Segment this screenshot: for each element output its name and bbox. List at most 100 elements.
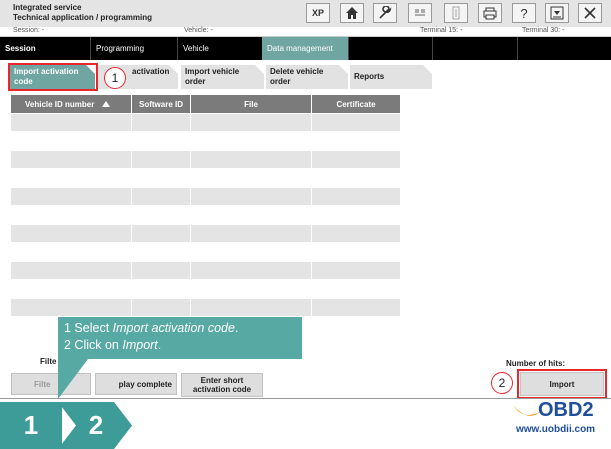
hits-label: Number of hits: <box>506 359 566 368</box>
highlight-box-import <box>517 369 607 399</box>
tab-reports[interactable]: Reports <box>350 65 432 89</box>
nav-divider <box>517 37 518 60</box>
table-cell[interactable] <box>312 114 400 131</box>
table-cell[interactable] <box>191 262 311 279</box>
filter-label: Filte <box>40 357 57 366</box>
close-icon <box>584 7 596 19</box>
instruction-1-emphasis: Import activation code <box>112 321 235 335</box>
callout-pointer <box>58 359 88 399</box>
table-cell[interactable] <box>132 262 190 279</box>
instruction-2-emphasis: Import <box>122 338 158 352</box>
download-icon <box>550 6 564 20</box>
table-cell[interactable] <box>132 151 190 168</box>
table-cell[interactable] <box>132 225 190 242</box>
table-cell[interactable] <box>132 299 190 316</box>
footer-divider <box>0 398 611 399</box>
status-vehicle: Vehicle: - <box>184 27 213 34</box>
step-marker-1: 1 <box>104 67 126 89</box>
status-terminal30: Terminal 30: - <box>522 27 565 34</box>
nav-divider <box>348 37 349 60</box>
col-header-software-id[interactable]: Software ID <box>132 95 190 113</box>
printer-icon <box>483 7 497 20</box>
tab-import-vehicle-order-label: Import vehicle order <box>185 67 240 86</box>
table-cell[interactable] <box>312 151 400 168</box>
table-row[interactable] <box>11 114 131 131</box>
table-cell[interactable] <box>132 114 190 131</box>
table-cell[interactable] <box>312 225 400 242</box>
col-header-vehicle-id[interactable]: Vehicle ID number <box>11 95 131 113</box>
minimize-button[interactable] <box>545 3 569 23</box>
nav-programming-label: Programming <box>96 44 145 53</box>
table-cell[interactable] <box>191 225 311 242</box>
table-cell[interactable] <box>191 299 311 316</box>
table-cell[interactable] <box>312 188 400 205</box>
table-cell[interactable] <box>191 114 311 131</box>
table-cell[interactable] <box>191 151 311 168</box>
col-software-id-label: Software ID <box>138 99 183 109</box>
nav-session[interactable]: Session <box>0 37 90 60</box>
step-2-label: 2 <box>88 410 104 440</box>
display-complete-button[interactable]: play complete <box>95 373 177 395</box>
xp-label: XP <box>311 8 324 18</box>
step-1-label: 1 <box>23 410 39 440</box>
xp-button[interactable]: XP <box>306 3 330 23</box>
status-bar <box>0 27 611 37</box>
col-header-certificate[interactable]: Certificate <box>312 95 400 113</box>
col-header-file[interactable]: File <box>191 95 311 113</box>
device-icon <box>452 6 460 20</box>
filter-button-label: Filte <box>34 379 51 389</box>
nav-vehicle[interactable]: Vehicle <box>178 37 262 60</box>
logo-site: www.uobdii.com <box>516 424 596 435</box>
status-terminal15: Terminal 15: - <box>420 27 463 34</box>
home-button[interactable] <box>340 3 364 23</box>
tab-reports-label: Reports <box>354 72 385 81</box>
sort-up-icon <box>102 101 111 107</box>
status-session: Session: - <box>13 27 45 34</box>
nav-programming[interactable]: Programming <box>91 37 177 60</box>
question-icon: ? <box>520 6 527 20</box>
nav-data-management[interactable]: Data management <box>262 37 348 60</box>
table-row[interactable] <box>11 299 131 316</box>
grid-icon <box>415 9 425 16</box>
nav-data-management-label: Data management <box>267 44 333 53</box>
close-button[interactable] <box>578 3 602 23</box>
nav-vehicle-label: Vehicle <box>183 44 209 53</box>
device-button[interactable] <box>444 3 468 23</box>
display-complete-label: play complete <box>118 379 172 389</box>
svg-text:?: ? <box>520 6 527 20</box>
step-marker-2: 2 <box>491 372 513 394</box>
marker-1-label: 1 <box>111 71 119 85</box>
logo-text: OBD2 <box>538 399 594 421</box>
enter-short-activation-button[interactable]: Enter short activation code <box>181 373 263 397</box>
app-subtitle: Technical application / programming <box>13 13 152 22</box>
table-cell[interactable] <box>191 188 311 205</box>
service-button[interactable] <box>373 3 397 23</box>
highlight-box-tab <box>8 63 98 91</box>
col-vehicle-id-label: Vehicle ID number <box>25 99 95 109</box>
step-1-badge: 1 <box>0 402 62 449</box>
enter-short-activation-label: Enter short activation code <box>192 376 252 394</box>
connection-button[interactable] <box>408 3 432 23</box>
instruction-1-suffix: . <box>234 321 239 335</box>
tab-delete-vehicle-order[interactable]: Delete vehicle order <box>266 65 348 89</box>
table-cell[interactable] <box>312 262 400 279</box>
help-button[interactable]: ? <box>512 3 536 23</box>
home-icon <box>346 7 358 19</box>
col-certificate-label: Certificate <box>336 99 376 109</box>
table-row[interactable] <box>11 262 131 279</box>
table-cell[interactable] <box>312 299 400 316</box>
nav-divider <box>432 37 433 60</box>
table-row[interactable] <box>11 151 131 168</box>
table-row[interactable] <box>11 188 131 205</box>
nav-session-label: Session <box>5 44 36 53</box>
step-2-badge: 2 <box>76 402 116 449</box>
print-button[interactable] <box>478 3 502 23</box>
tab-delete-vehicle-order-label: Delete vehicle order <box>270 67 324 86</box>
table-cell[interactable] <box>132 188 190 205</box>
instruction-callout: 1 Select Import activation code. 2 Click… <box>58 317 302 359</box>
instruction-line-2: 2 Click on Import. <box>64 337 296 354</box>
tab-import-vehicle-order[interactable]: Import vehicle order <box>181 65 264 89</box>
col-file-label: File <box>244 99 258 109</box>
instruction-2-suffix: . <box>157 338 162 352</box>
table-row[interactable] <box>11 225 131 242</box>
